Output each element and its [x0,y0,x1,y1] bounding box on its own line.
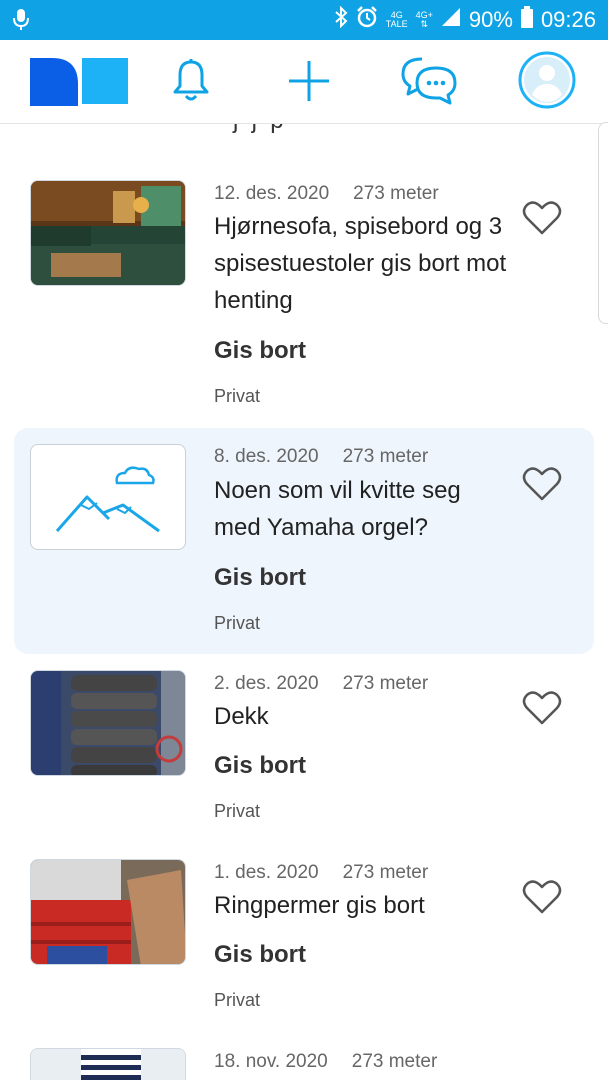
network2-indicator: 4G+ ⇅ [416,11,433,29]
listing-meta: 1. des. 2020 273 meter [214,862,428,884]
listing-distance: 273 meter [342,673,429,694]
bell-icon[interactable] [170,58,212,107]
listing-price: Gis bort [214,564,307,591]
updown-arrows-icon: ⇅ [420,19,429,29]
network-indicator: 4G TALE [386,11,408,29]
app-bar [0,40,608,124]
listing-image [30,670,186,776]
bluetooth-icon [334,5,348,34]
listing-title: Dekk [214,703,269,730]
plus-icon[interactable] [286,58,332,109]
network-bottom-label: TALE [385,19,408,29]
listing-date: 2. des. 2020 [214,673,319,694]
listing-meta: 12. des. 2020 273 meter [214,183,439,205]
logo[interactable] [30,58,130,111]
listing-card[interactable]: 1. des. 2020 273 meter Ringpermer gis bor… [14,849,594,1029]
listing-image [30,180,186,286]
listing-meta: 2. des. 2020 273 meter [214,673,428,695]
signal-icon [441,7,461,33]
listing-seller: Privat [214,990,261,1010]
listing-distance: 273 meter [342,446,429,467]
listing-seller: Privat [214,613,261,633]
heart-icon[interactable] [522,690,562,731]
listing-card[interactable]: 8. des. 2020 273 meter Noen som vil kvitt… [14,428,594,654]
listing-card[interactable]: 18. nov. 2020 273 meter [14,1038,594,1080]
listing-meta: 18. nov. 2020 273 meter [214,1051,437,1073]
listing-title: Noen som vil kvitte seg med Yamaha orgel… [214,477,461,541]
scrollbar[interactable] [598,122,608,324]
listing-card[interactable]: 2. des. 2020 273 meter Dekk Gis bort Priv… [14,660,594,840]
listing-distance: 273 meter [353,183,439,204]
listing-title: Hjørnesofa, spisebord og 3 spisestuestol… [214,213,507,314]
listing-image [30,1048,186,1080]
clock: 09:26 [540,7,596,32]
mic-icon [12,8,30,37]
listing-date: 18. nov. 2020 [214,1051,328,1072]
heart-icon[interactable] [522,879,562,920]
listing-image [30,859,186,965]
listing-seller: Privat [214,386,261,406]
listing-distance: 273 meter [342,862,429,883]
listing-price: Gis bort [214,752,307,779]
avatar-icon[interactable] [518,51,576,114]
listing-distance: 273 meter [351,1051,438,1072]
heart-icon[interactable] [522,200,562,241]
partial-text-cutoff: ᐧᐧ j j p [214,124,284,135]
listing-feed[interactable]: ᐧᐧ j j p 12. des. 2020 273 meter Hjørneso… [0,124,608,1080]
listing-date: 12. des. 2020 [214,183,330,204]
listing-seller: Privat [214,801,261,821]
listing-date: 8. des. 2020 [214,446,319,467]
status-bar: 4G TALE 4G+ ⇅ 90% 09:26 [0,0,608,40]
heart-icon[interactable] [522,466,562,507]
listing-price: Gis bort [214,941,307,968]
placeholder-image-icon [30,444,186,550]
listing-meta: 8. des. 2020 273 meter [214,446,428,468]
listing-date: 1. des. 2020 [214,862,319,883]
battery-icon [520,6,533,34]
alarm-icon [356,6,378,34]
listing-title: Ringpermer gis bort [214,892,425,919]
chat-icon[interactable] [400,56,458,111]
listing-card[interactable]: 12. des. 2020 273 meter Hjørnesofa, spise… [14,170,594,420]
listing-price: Gis bort [214,337,307,364]
battery-percent: 90% [468,7,513,32]
